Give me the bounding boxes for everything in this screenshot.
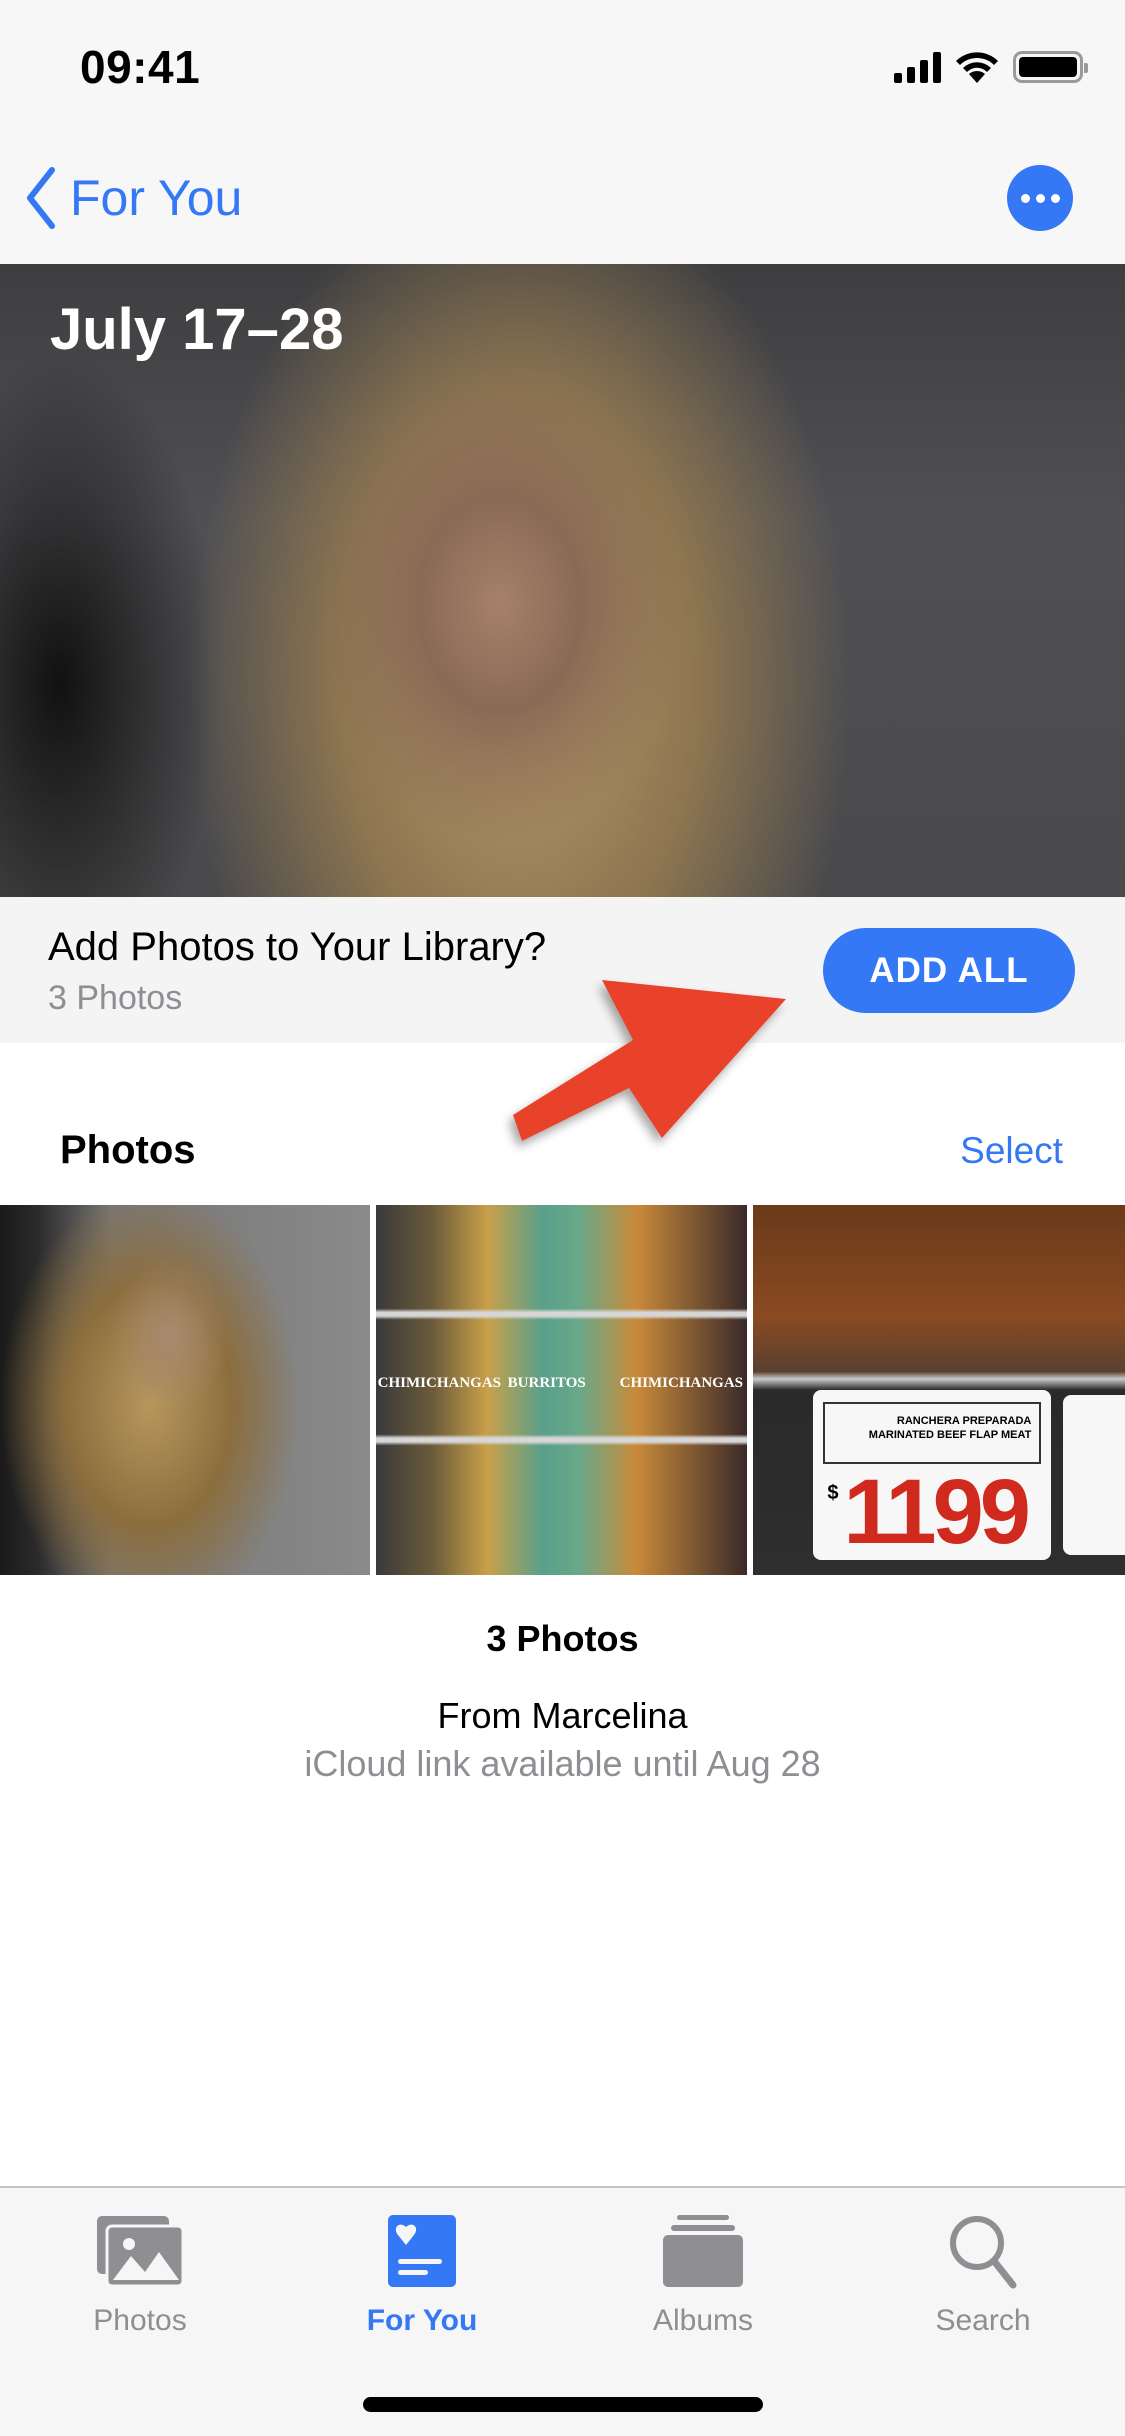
select-button[interactable]: Select [960, 1130, 1063, 1172]
wifi-icon [956, 52, 998, 83]
price-value: 1199 [843, 1461, 1031, 1563]
photo-thumbnail[interactable] [0, 1205, 370, 1575]
back-button[interactable]: For You [24, 166, 242, 230]
shared-from: From Marcelina [437, 1695, 688, 1736]
icloud-link-expiry: iCloud link available until Aug 28 [304, 1743, 821, 1784]
product-label: CHIMICHANGAS [619, 1375, 744, 1391]
search-icon [950, 2216, 1017, 2289]
add-banner-title: Add Photos to Your Library? [48, 925, 547, 969]
home-indicator[interactable] [363, 2397, 763, 2412]
back-label: For You [70, 170, 243, 226]
price-currency: $ [827, 1482, 839, 1504]
status-time: 09:41 [80, 41, 201, 93]
chevron-left-icon [27, 167, 55, 229]
photos-icon [97, 2216, 185, 2288]
product-label: CHIMICHANGAS [377, 1375, 502, 1391]
product-label: BURRITOS [507, 1375, 586, 1391]
for-you-icon [388, 2215, 456, 2287]
photo-thumbnail[interactable]: RANCHERA PREPARADA MARINATED BEEF FLAP M… [753, 1205, 1125, 1575]
add-banner-subtitle: 3 Photos [48, 979, 183, 1017]
tab-albums[interactable]: Albums [603, 2212, 803, 2338]
albums-icon [663, 2215, 743, 2287]
add-all-button[interactable]: ADD ALL [823, 928, 1075, 1013]
ellipsis-dot [1050, 193, 1060, 203]
cellular-signal-icon [894, 51, 941, 83]
price-tag: RANCHERA PREPARADA MARINATED BEEF FLAP M… [813, 1390, 1052, 1563]
tab-photos[interactable]: Photos [40, 2212, 240, 2338]
ellipsis-dot [1035, 193, 1045, 203]
tab-label: Albums [652, 2304, 754, 2337]
status-bar: 09:41 [0, 0, 1125, 130]
tab-label: Photos [93, 2304, 187, 2337]
photo-count: 3 Photos [486, 1618, 639, 1659]
photo-grid: CHIMICHANGAS BURRITOS CHIMICHANGAS RANCH… [0, 1205, 1125, 1575]
price-tag-partial [1063, 1395, 1125, 1555]
tab-for-you[interactable]: For You [322, 2212, 522, 2338]
price-tag-line1: RANCHERA PREPARADA [896, 1415, 1032, 1427]
tab-label: Search [935, 2304, 1031, 2337]
tab-search[interactable]: Search [883, 2212, 1083, 2338]
add-to-library-banner: Add Photos to Your Library? 3 Photos ADD… [0, 897, 1125, 1043]
status-icons [894, 50, 1088, 84]
more-options-button[interactable] [1007, 165, 1073, 231]
photos-section-title: Photos [60, 1128, 196, 1172]
tab-label: For You [366, 2304, 478, 2337]
price-tag-line2: MARINATED BEEF FLAP MEAT [868, 1429, 1032, 1442]
navigation-bar: For You [0, 130, 1125, 264]
photo-thumbnail[interactable]: CHIMICHANGAS BURRITOS CHIMICHANGAS [375, 1205, 748, 1575]
memory-hero-photo[interactable]: July 17–28 [0, 264, 1125, 897]
ellipsis-icon [1020, 193, 1030, 203]
price-tag-header: RANCHERA PREPARADA MARINATED BEEF FLAP M… [823, 1402, 1042, 1464]
battery-icon [1013, 51, 1088, 83]
hero-title: July 17–28 [50, 297, 344, 362]
